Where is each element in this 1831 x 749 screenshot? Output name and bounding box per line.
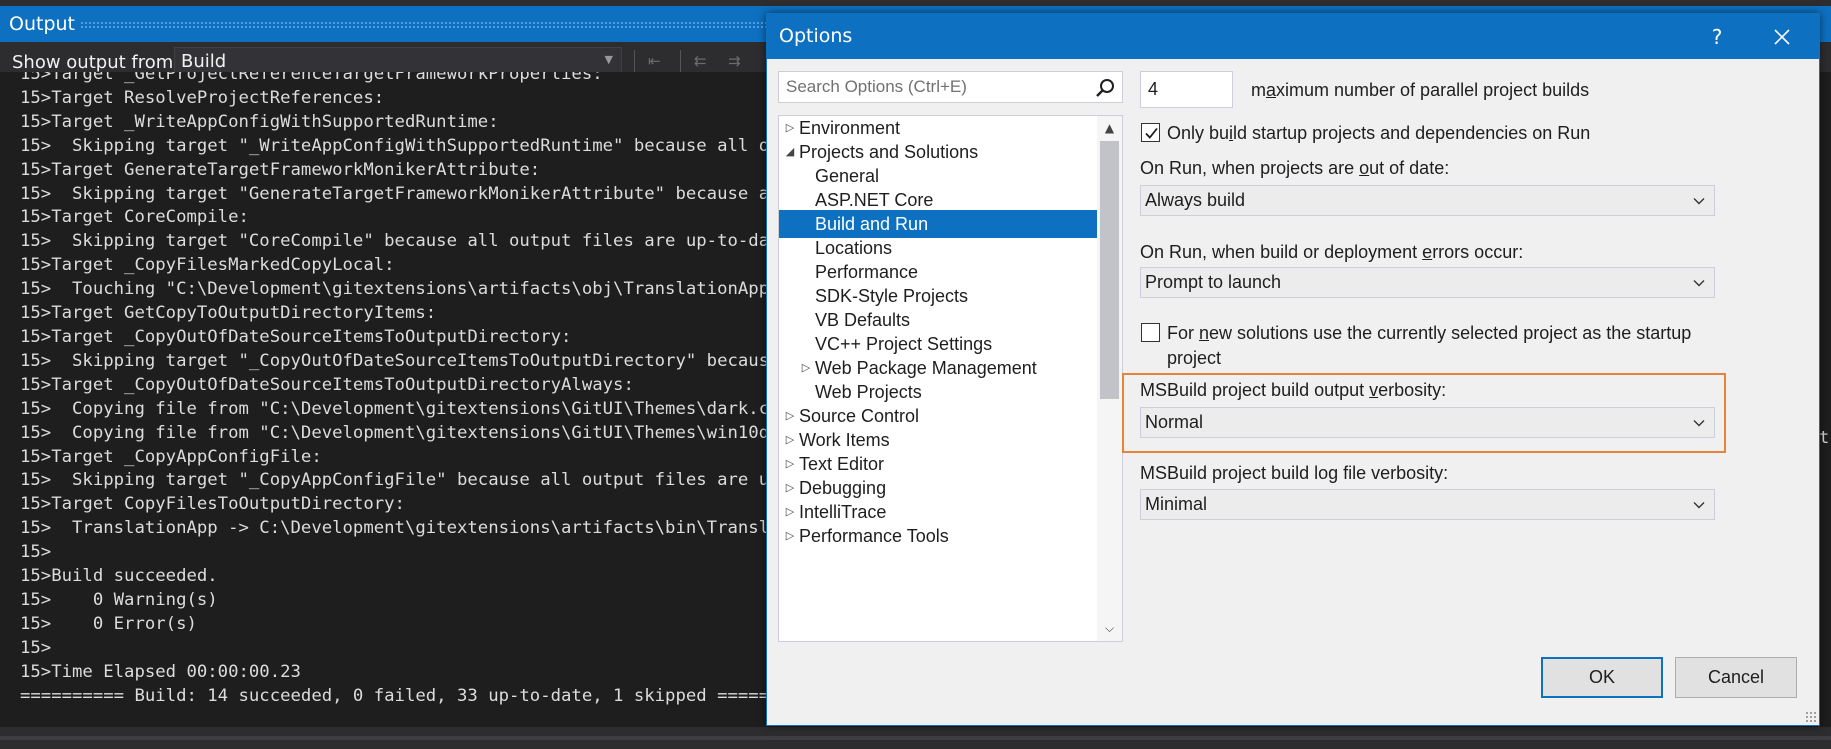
output-line: 15>Target GetCopyToOutputDirectoryItems: [20, 303, 437, 324]
tree-scrollbar[interactable]: ▲ ⌵ [1097, 116, 1122, 641]
output-line: 15> Skipping target "GenerateTargetFrame… [20, 183, 790, 204]
build-errors-select[interactable]: Prompt to launch [1140, 267, 1715, 298]
output-line: 15>Target _CopyOutOfDateSourceItemsToOut… [20, 374, 634, 395]
output-line: 15>Target _CopyFilesMarkedCopyLocal: [20, 255, 395, 276]
chevron-down-icon [1693, 420, 1705, 427]
output-verbosity-value: Normal [1145, 412, 1204, 432]
output-line: 15>Time Elapsed 00:00:00.23 [20, 661, 301, 682]
output-line: 15> Copying file from "C:\Development\gi… [20, 398, 801, 419]
show-output-from-label: Show output from: [12, 52, 180, 73]
new-solutions-checkbox[interactable] [1141, 323, 1160, 342]
out-of-date-value: Always build [1145, 190, 1246, 210]
output-line: 15>Target ResolveProjectReferences: [20, 87, 385, 108]
find-message-icon[interactable]: ⇤ [648, 53, 668, 69]
output-line: 15> [20, 542, 52, 563]
help-button[interactable]: ? [1702, 23, 1732, 51]
parallel-builds-input[interactable] [1140, 71, 1233, 108]
scrollbar-thumb[interactable] [1100, 141, 1119, 399]
ok-button[interactable]: OK [1541, 657, 1663, 698]
output-source-value: Build [181, 51, 227, 72]
scroll-up-icon[interactable]: ▲ [1097, 116, 1122, 141]
chevron-down-icon: ▼ [604, 53, 613, 66]
output-line: 15> Copying file from "C:\Development\gi… [20, 422, 801, 443]
build-errors-label: On Run, when build or deployment errors … [1140, 242, 1524, 262]
search-options-box[interactable] [778, 71, 1123, 103]
output-line: 15>Target GenerateTargetFrameworkMoniker… [20, 159, 541, 180]
output-line: 15> 0 Error(s) [20, 613, 197, 634]
scroll-down-icon[interactable]: ⌵ [1097, 616, 1122, 641]
cancel-button[interactable]: Cancel [1675, 657, 1797, 698]
output-verbosity-select[interactable]: Normal [1140, 407, 1715, 438]
output-line: 15> Skipping target "CoreCompile" becaus… [20, 231, 790, 252]
log-verbosity-label: MSBuild project build log file verbosity… [1140, 463, 1449, 483]
output-line: 15>Build succeeded. [20, 566, 218, 587]
output-line: 15>Target CoreCompile: [20, 207, 249, 228]
output-line: 15> TranslationApp -> C:\Development\git… [20, 518, 801, 539]
toolbar-separator [634, 50, 635, 74]
new-solutions-label: For new solutions use the currently sele… [1167, 323, 1692, 343]
options-tree[interactable]: ▷ Environment ◢ Projects and Solutions Gener… [778, 115, 1123, 642]
dialog-title: Options [779, 25, 853, 47]
output-line: 15> Touching "C:\Development\gitextensio… [20, 279, 801, 300]
resize-grip[interactable] [1805, 711, 1817, 723]
search-input[interactable] [779, 72, 1079, 102]
output-title: Output [9, 13, 75, 35]
next-message-icon[interactable]: ⇉ [728, 53, 748, 69]
out-of-date-label: On Run, when projects are out of date: [1140, 158, 1450, 178]
output-overflow-char: t [1819, 428, 1830, 448]
log-verbosity-select[interactable]: Minimal [1140, 489, 1715, 520]
options-dialog: Options ? ▷Environment◢Projects and Solu… [766, 13, 1820, 726]
dialog-title-bar[interactable]: Options ? [767, 14, 1819, 59]
build-errors-value: Prompt to launch [1145, 272, 1282, 292]
scrollbar-track [0, 736, 1831, 740]
output-line: 15> 0 Warning(s) [20, 589, 218, 610]
output-line: ========== Build: 14 succeeded, 0 failed… [20, 685, 822, 706]
output-line: 15> [20, 637, 52, 658]
toolbar-separator [680, 50, 681, 74]
output-line: 15>Target _GetProjectReferenceTargetFram… [20, 72, 603, 84]
tree-item-label: Performance Tools [799, 526, 949, 546]
output-line: 15>Target _WriteAppConfigWithSupportedRu… [20, 111, 499, 132]
only-build-startup-checkbox[interactable] [1141, 123, 1160, 142]
out-of-date-select[interactable]: Always build [1140, 185, 1715, 216]
new-solutions-label-line2: project [1167, 348, 1222, 368]
output-log: 15>Target _GetProjectReferenceTargetFram… [20, 72, 821, 708]
output-line: 15>Target CopyFilesToOutputDirectory: [20, 494, 405, 515]
output-line: 15> Skipping target "_CopyOutOfDateSourc… [20, 350, 801, 371]
chevron-down-icon [1693, 280, 1705, 287]
chevron-down-icon [1693, 198, 1705, 205]
parallel-builds-label: maximum number of parallel project build… [1251, 80, 1590, 100]
previous-message-icon[interactable]: ⇇ [694, 53, 714, 69]
output-line: 15> Skipping target "_CopyAppConfigFile"… [20, 470, 801, 491]
output-line: 15> Skipping target "_WriteAppConfigWith… [20, 135, 801, 156]
output-line: 15>Target _CopyOutOfDateSourceItemsToOut… [20, 326, 572, 347]
collapsed-triangle-icon[interactable]: ▷ [783, 522, 797, 550]
search-icon[interactable] [1094, 77, 1116, 99]
only-build-startup-label: Only build startup projects and dependen… [1167, 123, 1591, 143]
output-verbosity-label: MSBuild project build output verbosity: [1140, 380, 1447, 400]
log-verbosity-value: Minimal [1145, 494, 1208, 514]
output-horizontal-scrollbar[interactable] [0, 727, 1831, 749]
output-line: 15>Target _CopyAppConfigFile: [20, 446, 322, 467]
chevron-down-icon [1693, 502, 1705, 509]
close-icon[interactable] [1767, 23, 1797, 51]
tree-item-performance-tools[interactable]: ▷ Performance Tools [779, 522, 1097, 550]
